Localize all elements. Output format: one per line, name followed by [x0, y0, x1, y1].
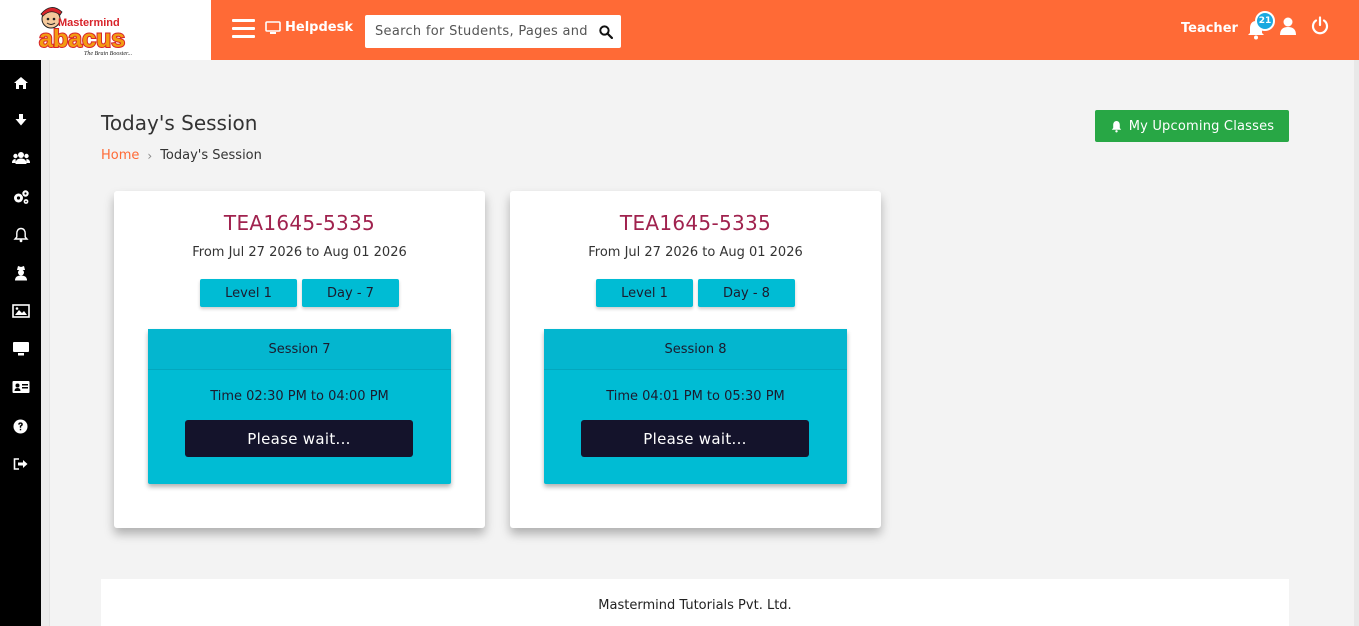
sidebar-item-teacher[interactable] [0, 258, 41, 288]
session-tags: Level 1 Day - 8 [510, 279, 881, 307]
home-icon [13, 77, 28, 89]
sidebar-item-home[interactable] [0, 68, 41, 98]
abacus-logo-icon: Mastermind abacus The Brain Booster... [38, 7, 132, 57]
sidebar-item-students[interactable] [0, 143, 41, 173]
session-time: Time 02:30 PM to 04:00 PM [210, 389, 389, 404]
date-range: From Jul 27 2026 to Aug 01 2026 [192, 245, 407, 260]
join-session-button[interactable]: Please wait... [185, 420, 413, 457]
user-secret-icon [14, 266, 27, 281]
sidebar [0, 60, 41, 626]
user-icon[interactable] [1278, 16, 1298, 36]
monitor-icon [265, 20, 281, 34]
breadcrumb: Home › Today's Session [101, 148, 262, 163]
id-card-icon [12, 381, 29, 393]
sidebar-item-id-card[interactable] [0, 372, 41, 402]
sidebar-item-settings[interactable] [0, 182, 41, 212]
date-range: From Jul 27 2026 to Aug 01 2026 [588, 245, 803, 260]
brand-logo[interactable]: Mastermind abacus The Brain Booster... [0, 0, 211, 60]
footer-copyright: Mastermind Tutorials Pvt. Ltd. [598, 598, 792, 613]
session-time: Time 04:01 PM to 05:30 PM [606, 389, 785, 404]
sidebar-item-gallery[interactable] [0, 296, 41, 326]
user-role-label[interactable]: Teacher [1181, 21, 1238, 36]
sidebar-item-help[interactable] [0, 411, 41, 441]
question-icon [13, 419, 28, 433]
level-badge: Level 1 [596, 279, 693, 307]
monitor-icon [12, 342, 29, 356]
menu-toggle-button[interactable] [232, 19, 255, 39]
day-badge: Day - 7 [302, 279, 399, 307]
hamburger-line [232, 19, 255, 22]
upcoming-button-label: My Upcoming Classes [1128, 118, 1275, 134]
sidebar-item-logout[interactable] [0, 449, 41, 479]
footer: Mastermind Tutorials Pvt. Ltd. [101, 579, 1289, 626]
my-upcoming-classes-button[interactable]: My Upcoming Classes [1095, 110, 1289, 142]
hamburger-line [232, 27, 255, 30]
helpdesk-label: Helpdesk [285, 20, 353, 35]
bell-icon [1111, 120, 1121, 132]
sidebar-edge [41, 60, 50, 626]
helpdesk-link[interactable]: Helpdesk [265, 20, 353, 35]
power-icon[interactable] [1310, 16, 1330, 36]
search-icon[interactable] [599, 24, 613, 39]
day-badge: Day - 8 [698, 279, 795, 307]
bell-icon [12, 227, 29, 243]
session-panel: Session 7 Time 02:30 PM to 04:00 PM Plea… [148, 329, 451, 484]
breadcrumb-separator: › [147, 148, 153, 163]
top-navbar: Helpdesk Teacher 21 [211, 0, 1359, 60]
session-tags: Level 1 Day - 7 [114, 279, 485, 307]
sign-out-icon [13, 458, 27, 470]
image-icon [11, 304, 30, 318]
page-scrollbar[interactable] [1354, 60, 1359, 626]
join-session-button[interactable]: Please wait... [581, 420, 809, 457]
brand-tagline: The Brain Booster... [84, 51, 132, 57]
sidebar-item-notifications[interactable] [0, 220, 41, 250]
session-card: TEA1645-5335 From Jul 27 2026 to Aug 01 … [510, 191, 881, 528]
sidebar-item-downloads[interactable] [0, 105, 41, 135]
session-name: Session 7 [148, 329, 451, 370]
batch-code: TEA1645-5335 [223, 211, 376, 235]
session-name: Session 8 [544, 329, 847, 370]
notification-count-badge: 21 [1255, 11, 1275, 31]
session-card: TEA1645-5335 From Jul 27 2026 to Aug 01 … [114, 191, 485, 528]
breadcrumb-current: Today's Session [160, 148, 262, 163]
arrow-down-icon [15, 114, 26, 126]
hamburger-line [232, 35, 255, 38]
search-box [365, 15, 621, 48]
page-title: Today's Session [101, 111, 258, 135]
batch-code: TEA1645-5335 [619, 211, 772, 235]
sidebar-item-classes[interactable] [0, 334, 41, 364]
session-panel: Session 8 Time 04:01 PM to 05:30 PM Plea… [544, 329, 847, 484]
users-icon [11, 152, 30, 164]
breadcrumb-home-link[interactable]: Home [101, 148, 139, 163]
gears-icon [13, 190, 29, 204]
notifications-button[interactable]: 21 [1245, 11, 1275, 44]
search-input[interactable] [375, 24, 600, 39]
level-badge: Level 1 [200, 279, 297, 307]
brand-line2: abacus [39, 25, 125, 53]
